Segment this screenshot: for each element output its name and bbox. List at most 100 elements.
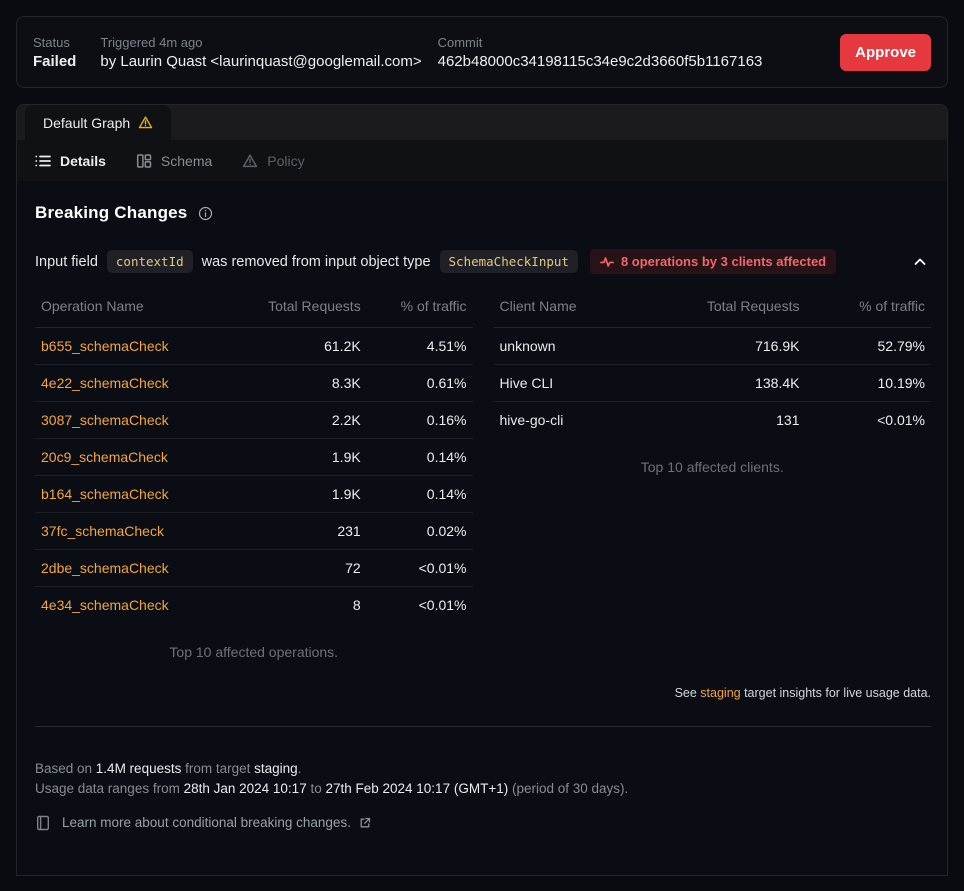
check-subtabs: Details Schema Policy [17, 140, 947, 181]
insights-note: See staging target insights for live usa… [35, 686, 931, 700]
from-target-text: from target [181, 761, 254, 776]
operation-traffic: 4.51% [367, 328, 473, 365]
commit-label: Commit [438, 35, 763, 50]
learn-more-link[interactable]: Learn more about conditional breaking ch… [35, 815, 931, 831]
breaking-changes-title: Breaking Changes [35, 203, 187, 223]
client-name: hive-go-cli [494, 402, 637, 439]
operation-link[interactable]: 4e34_schemaCheck [41, 597, 169, 613]
client-traffic: 10.19% [805, 365, 931, 402]
requests-count: 1.4M requests [96, 761, 182, 776]
client-requests: 138.4K [637, 365, 806, 402]
clients-table: Client Name Total Requests % of traffic … [494, 298, 932, 439]
table-row: b164_schemaCheck 1.9K 0.14% [35, 476, 473, 513]
breaking-change-row: Input field contextId was removed from i… [35, 249, 931, 274]
warning-icon [138, 115, 153, 130]
commit-hash: 462b48000c34198115c34e9c2d3660f5b1167163 [438, 53, 763, 70]
tab-policy-label: Policy [267, 153, 304, 169]
operation-requests: 231 [225, 513, 367, 550]
operation-link[interactable]: 37fc_schemaCheck [41, 523, 164, 539]
affected-operations-label: 8 operations by 3 clients affected [621, 254, 826, 269]
operation-requests: 8.3K [225, 365, 367, 402]
operation-link[interactable]: 4e22_schemaCheck [41, 375, 169, 391]
status-label: Status [33, 35, 76, 50]
schema-icon [136, 153, 152, 169]
insights-note-prefix: See [675, 686, 701, 700]
collapse-button[interactable] [909, 251, 931, 273]
operation-traffic: 0.14% [367, 439, 473, 476]
approve-button[interactable]: Approve [840, 34, 931, 71]
tab-details-label: Details [60, 153, 106, 169]
clients-header-row: Client Name Total Requests % of traffic [494, 298, 932, 328]
client-name: Hive CLI [494, 365, 637, 402]
operations-caption: Top 10 affected operations. [35, 644, 473, 660]
details-content: Breaking Changes Input field contextId w… [17, 181, 947, 831]
tab-default-graph[interactable]: Default Graph [25, 105, 171, 140]
table-row: 3087_schemaCheck 2.2K 0.16% [35, 402, 473, 439]
operation-requests: 2.2K [225, 402, 367, 439]
client-traffic: 52.79% [805, 328, 931, 365]
check-details-card: Default Graph Details [16, 104, 948, 876]
usage-range-line: Usage data ranges from 28th Jan 2024 10:… [35, 779, 931, 799]
operation-traffic: 0.02% [367, 513, 473, 550]
usage-tables: Operation Name Total Requests % of traff… [35, 298, 931, 660]
range-to-text: to [307, 781, 326, 796]
change-text-prefix: Input field [35, 254, 98, 270]
col-traffic: % of traffic [805, 298, 931, 328]
staging-target-link[interactable]: staging [700, 686, 740, 700]
col-client-name: Client Name [494, 298, 637, 328]
operation-requests: 61.2K [225, 328, 367, 365]
operation-link[interactable]: 2dbe_schemaCheck [41, 560, 169, 576]
tab-policy[interactable]: Policy [242, 153, 304, 169]
commit-group: Commit 462b48000c34198115c34e9c2d3660f5b… [438, 35, 763, 70]
client-requests: 716.9K [637, 328, 806, 365]
range-prefix-text: Usage data ranges from [35, 781, 184, 796]
table-row: unknown 716.9K 52.79% [494, 328, 932, 365]
table-row: 2dbe_schemaCheck 72 <0.01% [35, 550, 473, 587]
change-text-middle: was removed from input object type [202, 254, 431, 270]
operation-link[interactable]: b655_schemaCheck [41, 338, 169, 354]
book-icon [35, 815, 51, 831]
client-name: unknown [494, 328, 637, 365]
graph-tabstrip: Default Graph [17, 105, 947, 140]
operation-traffic: 0.61% [367, 365, 473, 402]
status-group: Status Failed [33, 35, 76, 70]
triggered-author: by Laurin Quast <laurinquast@googlemail.… [100, 53, 421, 70]
tab-details[interactable]: Details [35, 153, 106, 169]
breaking-changes-heading-row: Breaking Changes [35, 203, 931, 223]
operation-link[interactable]: 3087_schemaCheck [41, 412, 169, 428]
operations-header-row: Operation Name Total Requests % of traff… [35, 298, 473, 328]
clients-caption: Top 10 affected clients. [494, 459, 932, 475]
table-row: hive-go-cli 131 <0.01% [494, 402, 932, 439]
info-icon[interactable] [198, 206, 213, 221]
triggered-label: Triggered 4m ago [100, 35, 421, 50]
operation-traffic: 0.16% [367, 402, 473, 439]
table-row: 4e22_schemaCheck 8.3K 0.61% [35, 365, 473, 402]
type-code-badge: SchemaCheckInput [440, 250, 578, 273]
based-on-text: Based on [35, 761, 96, 776]
pulse-icon [600, 255, 614, 269]
footer-divider [35, 726, 931, 727]
field-code-badge: contextId [107, 250, 193, 273]
table-row: b655_schemaCheck 61.2K 4.51% [35, 328, 473, 365]
operations-table: Operation Name Total Requests % of traff… [35, 298, 473, 624]
operation-link[interactable]: 20c9_schemaCheck [41, 449, 168, 465]
client-traffic: <0.01% [805, 402, 931, 439]
col-total-requests: Total Requests [637, 298, 806, 328]
tab-schema-label: Schema [161, 153, 212, 169]
operation-traffic: 0.14% [367, 476, 473, 513]
table-row: Hive CLI 138.4K 10.19% [494, 365, 932, 402]
tab-schema[interactable]: Schema [136, 153, 212, 169]
usage-footer: Based on 1.4M requests from target stagi… [35, 759, 931, 799]
insights-note-suffix: target insights for live usage data. [741, 686, 931, 700]
table-row: 4e34_schemaCheck 8 <0.01% [35, 587, 473, 624]
period-dot: . [298, 761, 302, 776]
operation-link[interactable]: b164_schemaCheck [41, 486, 169, 502]
triggered-group: Triggered 4m ago by Laurin Quast <laurin… [100, 35, 421, 70]
range-end-date: 27th Feb 2024 10:17 (GMT+1) [325, 781, 508, 796]
target-name: staging [254, 761, 298, 776]
operation-requests: 1.9K [225, 439, 367, 476]
status-value: Failed [33, 53, 76, 70]
affected-operations-badge[interactable]: 8 operations by 3 clients affected [590, 249, 836, 274]
operation-requests: 8 [225, 587, 367, 624]
table-row: 20c9_schemaCheck 1.9K 0.14% [35, 439, 473, 476]
